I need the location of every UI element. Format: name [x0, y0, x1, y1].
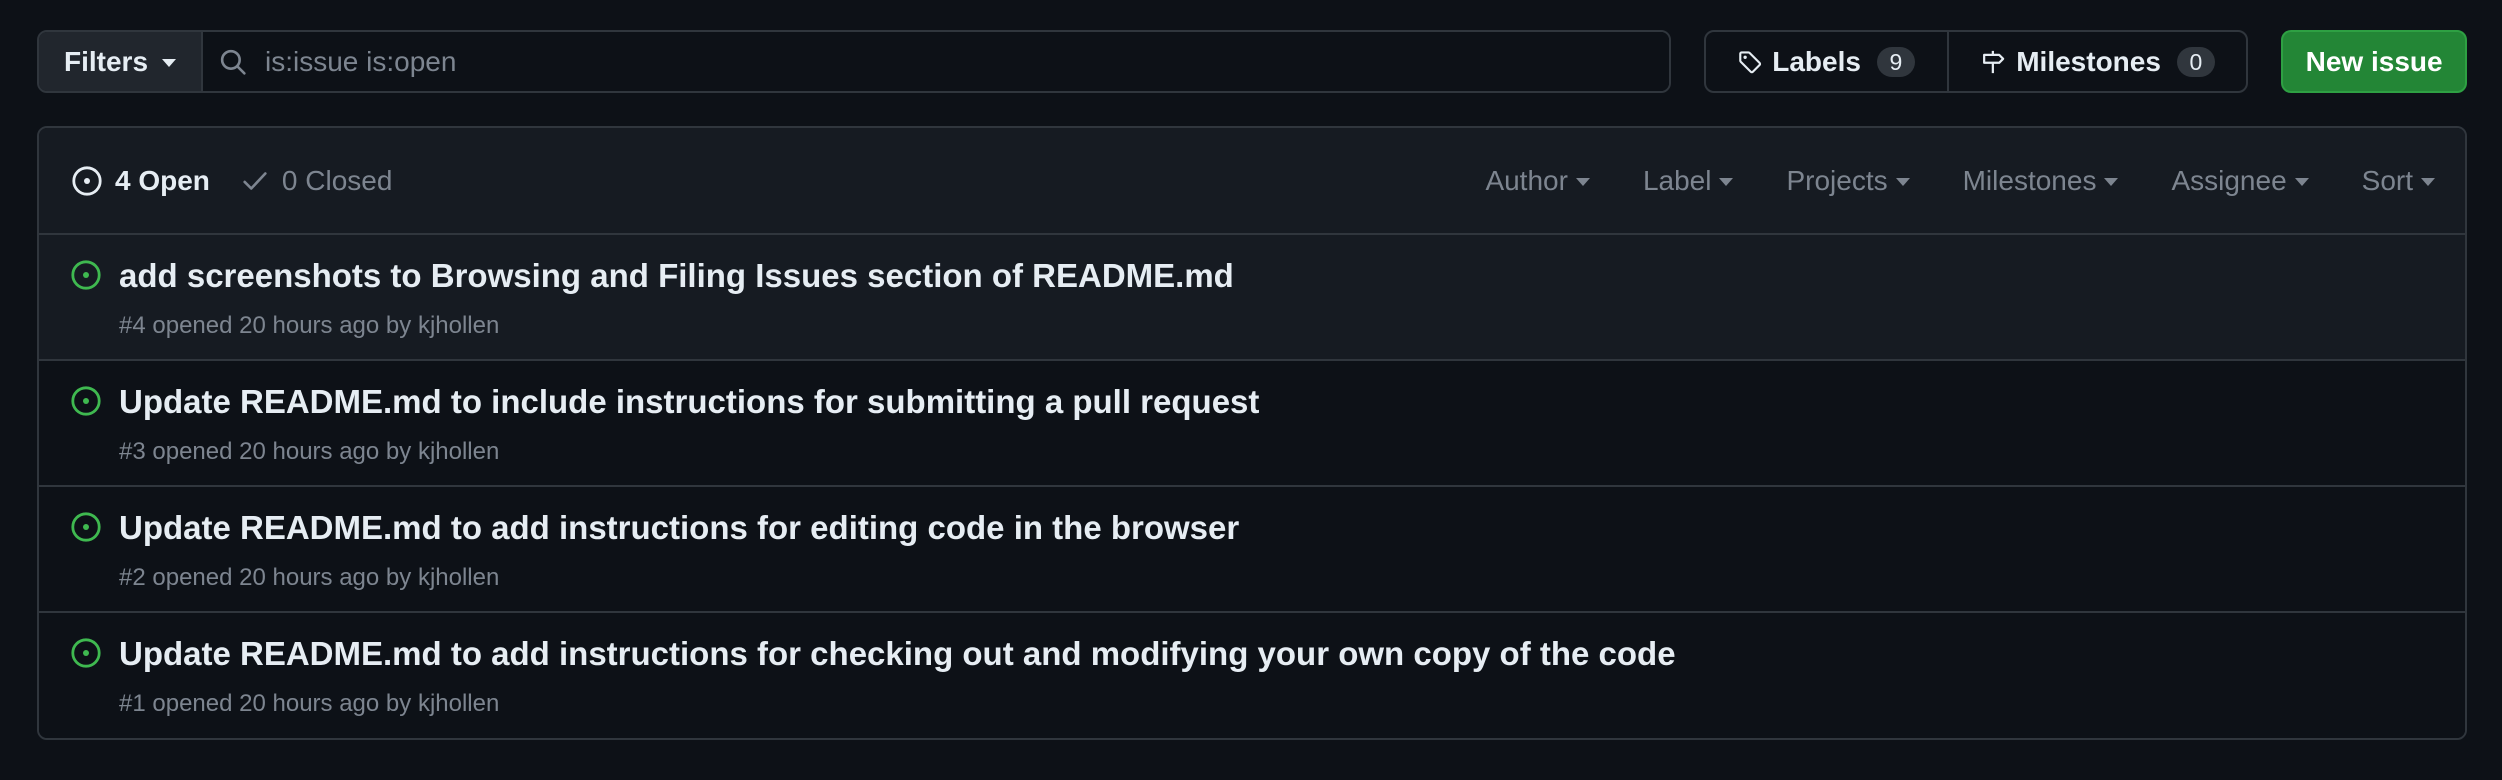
label-dropdown-label: Label — [1642, 164, 1712, 196]
closed-count-label: 0 Closed — [281, 164, 393, 196]
caret-down-icon — [2104, 177, 2119, 186]
issue-meta: #4 opened 20 hours ago by kjhollen — [119, 312, 499, 340]
open-issues-tab[interactable]: 4 Open — [71, 165, 210, 197]
issue-title-link[interactable]: Update README.md to include instructions… — [119, 383, 1259, 421]
search-box — [203, 32, 1669, 91]
projects-dropdown-label: Projects — [1786, 164, 1888, 196]
sort-dropdown-label: Sort — [2361, 164, 2413, 196]
check-icon — [243, 171, 267, 190]
sort-dropdown[interactable]: Sort — [2362, 165, 2435, 197]
closed-issues-tab[interactable]: 0 Closed — [240, 164, 393, 197]
milestones-label: Milestones — [2016, 45, 2161, 77]
issue-opened-icon — [71, 386, 101, 416]
issue-opened-icon — [71, 638, 101, 668]
issue-number: #3 — [119, 438, 146, 465]
caret-down-icon — [1719, 177, 1734, 186]
issue-author-link[interactable]: kjhollen — [418, 312, 499, 339]
issue-opened-icon — [71, 512, 101, 542]
issue-author-link[interactable]: kjhollen — [418, 438, 499, 465]
list-filter-dropdowns: Author Label Projects Milestones Assigne… — [1485, 165, 2465, 197]
issue-row[interactable]: Update README.md to add instructions for… — [39, 487, 2465, 613]
projects-dropdown[interactable]: Projects — [1786, 164, 1910, 197]
issue-number: #1 — [119, 690, 146, 717]
search-icon — [220, 49, 246, 75]
filter-search-group: Filters — [37, 30, 1671, 93]
milestones-dropdown-label: Milestones — [1962, 164, 2097, 196]
issue-opened-text: opened 20 hours ago by — [152, 438, 412, 465]
open-count-label: 4 Open — [115, 164, 210, 196]
issue-meta: #1 opened 20 hours ago by kjhollen — [119, 690, 499, 718]
milestones-count: 0 — [2176, 46, 2215, 77]
caret-down-icon — [1575, 177, 1590, 186]
issues-list: 4 Open 0 Closed Author Label Projects Mi… — [37, 126, 2467, 740]
labels-milestones-group: Labels 9 Milestones 0 — [1703, 30, 2249, 93]
issue-opened-text: opened 20 hours ago by — [152, 564, 412, 591]
issue-title-link[interactable]: Update README.md to add instructions for… — [119, 635, 1676, 673]
assignee-dropdown-label: Assignee — [2171, 164, 2287, 196]
issue-row[interactable]: add screenshots to Browsing and Filing I… — [39, 235, 2465, 361]
assignee-dropdown[interactable]: Assignee — [2171, 164, 2309, 197]
issues-toolbar: Filters Labels 9 — [37, 30, 2467, 93]
issue-opened-icon — [72, 165, 102, 196]
search-input[interactable] — [265, 45, 1669, 78]
issue-title-link[interactable]: add screenshots to Browsing and Filing I… — [119, 257, 1234, 295]
new-issue-button[interactable]: New issue — [2281, 30, 2467, 93]
caret-down-icon — [2421, 177, 2435, 186]
milestones-dropdown[interactable]: Milestones — [1963, 165, 2119, 197]
labels-button[interactable]: Labels 9 — [1706, 32, 1949, 91]
issue-opened-icon — [71, 260, 101, 290]
label-dropdown[interactable]: Label — [1643, 165, 1734, 197]
filters-label: Filters — [63, 45, 149, 77]
issue-author-link[interactable]: kjhollen — [418, 690, 499, 717]
filters-button[interactable]: Filters — [39, 32, 203, 91]
issue-title-link[interactable]: Update README.md to add instructions for… — [119, 509, 1239, 547]
author-dropdown[interactable]: Author — [1485, 165, 1590, 197]
caret-down-icon — [1895, 177, 1910, 186]
labels-count: 9 — [1876, 46, 1915, 77]
issue-row[interactable]: Update README.md to add instructions for… — [39, 613, 2465, 738]
issue-number: #4 — [119, 312, 146, 339]
caret-down-icon — [2294, 177, 2309, 186]
issue-number: #2 — [119, 564, 146, 591]
labels-label: Labels — [1772, 45, 1861, 77]
issue-opened-text: opened 20 hours ago by — [152, 690, 412, 717]
issue-row[interactable]: Update README.md to include instructions… — [39, 361, 2465, 487]
issue-author-link[interactable]: kjhollen — [418, 564, 499, 591]
issue-meta: #2 opened 20 hours ago by kjhollen — [119, 564, 499, 592]
issue-meta: #3 opened 20 hours ago by kjhollen — [119, 438, 499, 466]
milestones-button[interactable]: Milestones 0 — [1949, 32, 2246, 91]
tag-icon — [1739, 50, 1761, 73]
chevron-down-icon — [162, 58, 177, 67]
issue-opened-text: opened 20 hours ago by — [152, 312, 412, 339]
issues-page: Filters Labels 9 — [37, 30, 2467, 740]
author-dropdown-label: Author — [1485, 164, 1568, 196]
milestone-icon — [1982, 50, 2005, 73]
issues-list-header: 4 Open 0 Closed Author Label Projects Mi… — [39, 128, 2465, 235]
